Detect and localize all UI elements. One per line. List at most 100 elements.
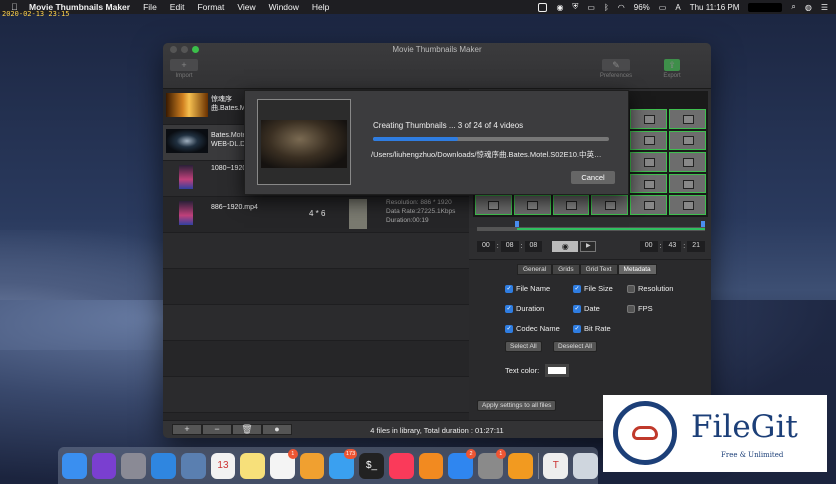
spotlight-icon[interactable]: ⌕ xyxy=(791,2,795,12)
wifi-icon[interactable]: ◠ xyxy=(618,3,625,12)
checkbox-file-name[interactable]: ✓ File Name xyxy=(505,284,550,293)
tab-grid-text[interactable]: Grid Text xyxy=(579,264,618,275)
safari-icon[interactable] xyxy=(151,452,176,479)
tab-metadata[interactable]: Metadata xyxy=(617,264,657,275)
preferences-button[interactable]: ✎ Preferences xyxy=(599,59,633,87)
notification-center-icon[interactable]: ☰ xyxy=(821,3,828,12)
apply-settings-button[interactable]: Apply settings to all files xyxy=(477,400,557,411)
system-preferences-icon[interactable]: 1 xyxy=(478,448,506,479)
start-handle[interactable] xyxy=(515,221,519,227)
clock[interactable]: Thu 11:16 PM xyxy=(690,3,740,12)
thumbnail-cell xyxy=(591,195,629,215)
select-all-button[interactable]: Select All xyxy=(505,341,542,352)
typora-icon[interactable]: T xyxy=(543,452,569,479)
video-thumbnail xyxy=(179,201,193,225)
thumbnail-cell xyxy=(513,195,551,215)
checkbox-file-size[interactable]: ✓ File Size xyxy=(573,284,613,293)
menu-format[interactable]: Format xyxy=(197,2,224,12)
checkbox-duration[interactable]: ✓ Duration xyxy=(505,304,544,313)
menu-edit[interactable]: Edit xyxy=(170,2,185,12)
photo-app-icon[interactable] xyxy=(180,452,206,479)
text-color-well[interactable] xyxy=(545,364,570,377)
launchpad-icon[interactable] xyxy=(121,452,147,479)
checkbox-date[interactable]: ✓ Date xyxy=(573,304,600,313)
bluetooth-icon[interactable]: ᛒ xyxy=(604,3,609,12)
checkbox-fps[interactable]: FPS xyxy=(627,304,653,313)
end-handle[interactable] xyxy=(701,221,705,227)
frame-image xyxy=(261,120,347,168)
terminal-icon[interactable]: $_ xyxy=(359,452,384,479)
user-account[interactable] xyxy=(748,2,783,12)
battery-percent[interactable]: 96% xyxy=(634,3,650,12)
siri-menu-icon[interactable]: ◍ xyxy=(805,3,812,12)
list-item xyxy=(163,269,469,305)
airplay-icon[interactable]: ▭ xyxy=(587,3,595,12)
thumbnail-cell xyxy=(669,130,706,151)
dock-separator xyxy=(537,452,539,479)
tab-grids[interactable]: Grids xyxy=(552,264,580,275)
title-bar: Movie Thumbnails Maker + Import ✎ Prefer… xyxy=(163,43,711,89)
import-button[interactable]: + Import xyxy=(167,59,201,87)
start-seconds[interactable]: 08 xyxy=(524,240,543,252)
finder-icon[interactable] xyxy=(62,452,87,479)
cancel-button[interactable]: Cancel xyxy=(571,171,615,184)
plus-icon: + xyxy=(170,59,198,71)
thumbnail-cell xyxy=(475,195,512,215)
filegit-logo xyxy=(613,401,677,465)
shield-icon[interactable]: ⛨ xyxy=(572,2,578,12)
input-source[interactable]: A xyxy=(675,3,680,12)
trash-icon[interactable] xyxy=(573,452,598,479)
menu-window[interactable]: Window xyxy=(269,2,299,12)
notification-badge: 1 xyxy=(287,448,298,459)
checkbox-bit-rate[interactable]: ✓ Bit Rate xyxy=(573,324,611,333)
list-item[interactable]: 886~1920.mp4 4 * 6 Resolution: 886 * 192… xyxy=(163,197,469,233)
reminders-icon[interactable]: 1 xyxy=(270,448,298,479)
video-thumbnail xyxy=(166,129,208,153)
timeline-slider[interactable] xyxy=(477,221,705,231)
menu-view[interactable]: View xyxy=(237,2,255,12)
end-hours[interactable]: 00 xyxy=(639,240,658,252)
list-item xyxy=(163,377,469,413)
calendar-icon[interactable]: 13 xyxy=(210,452,236,479)
messages-icon[interactable]: 173 xyxy=(329,448,358,479)
sublime-icon[interactable] xyxy=(507,452,533,479)
photos-icon[interactable] xyxy=(299,452,325,479)
checkmark-icon: ✓ xyxy=(573,304,581,313)
checkmark-icon: ✓ xyxy=(573,284,581,293)
start-hours[interactable]: 00 xyxy=(477,240,495,252)
siri-icon[interactable] xyxy=(91,452,117,479)
start-minutes[interactable]: 08 xyxy=(500,240,519,252)
app-store-icon[interactable]: 2 xyxy=(448,448,477,479)
menu-file[interactable]: File xyxy=(143,2,157,12)
status-box-icon[interactable] xyxy=(538,2,548,12)
play-icon[interactable]: ▶ xyxy=(580,240,597,252)
books-icon[interactable] xyxy=(418,452,444,479)
export-icon: ⇪ xyxy=(664,59,680,71)
record-icon[interactable]: ◉ xyxy=(556,3,563,12)
notes-icon[interactable] xyxy=(240,452,266,479)
menu-bar:  Movie Thumbnails Maker File Edit Forma… xyxy=(0,0,836,14)
progress-fill xyxy=(373,137,458,141)
time-controls: 00 : 08 : 08 ◉ ▶ 00 : 43 : 21 xyxy=(477,239,705,253)
battery-icon[interactable]: ▭ xyxy=(659,3,667,12)
music-icon[interactable] xyxy=(388,452,414,479)
watermark-title: FileGit xyxy=(691,409,798,445)
checkbox-codec-name[interactable]: ✓ Codec Name xyxy=(505,324,560,333)
checkbox-resolution[interactable]: Resolution xyxy=(627,284,673,293)
end-seconds[interactable]: 21 xyxy=(687,240,705,252)
thumbnail-cell xyxy=(630,195,668,215)
deselect-all-button[interactable]: Deselect All xyxy=(553,341,597,352)
grid-size: 4 * 6 xyxy=(309,209,326,218)
checkmark-icon: ✓ xyxy=(573,324,581,333)
wrench-icon: ✎ xyxy=(602,59,630,71)
text-color-label: Text color: xyxy=(505,366,540,375)
tab-general[interactable]: General xyxy=(517,264,553,275)
menu-help[interactable]: Help xyxy=(312,2,329,12)
end-minutes[interactable]: 43 xyxy=(663,240,682,252)
notification-badge: 2 xyxy=(466,448,477,459)
export-button[interactable]: ⇪ Export xyxy=(655,59,689,87)
watermark-subtitle: Free & Unlimited xyxy=(721,451,784,459)
window-title: Movie Thumbnails Maker xyxy=(392,45,482,54)
eye-icon[interactable]: ◉ xyxy=(552,240,579,252)
thumbnail-cell xyxy=(630,152,668,172)
